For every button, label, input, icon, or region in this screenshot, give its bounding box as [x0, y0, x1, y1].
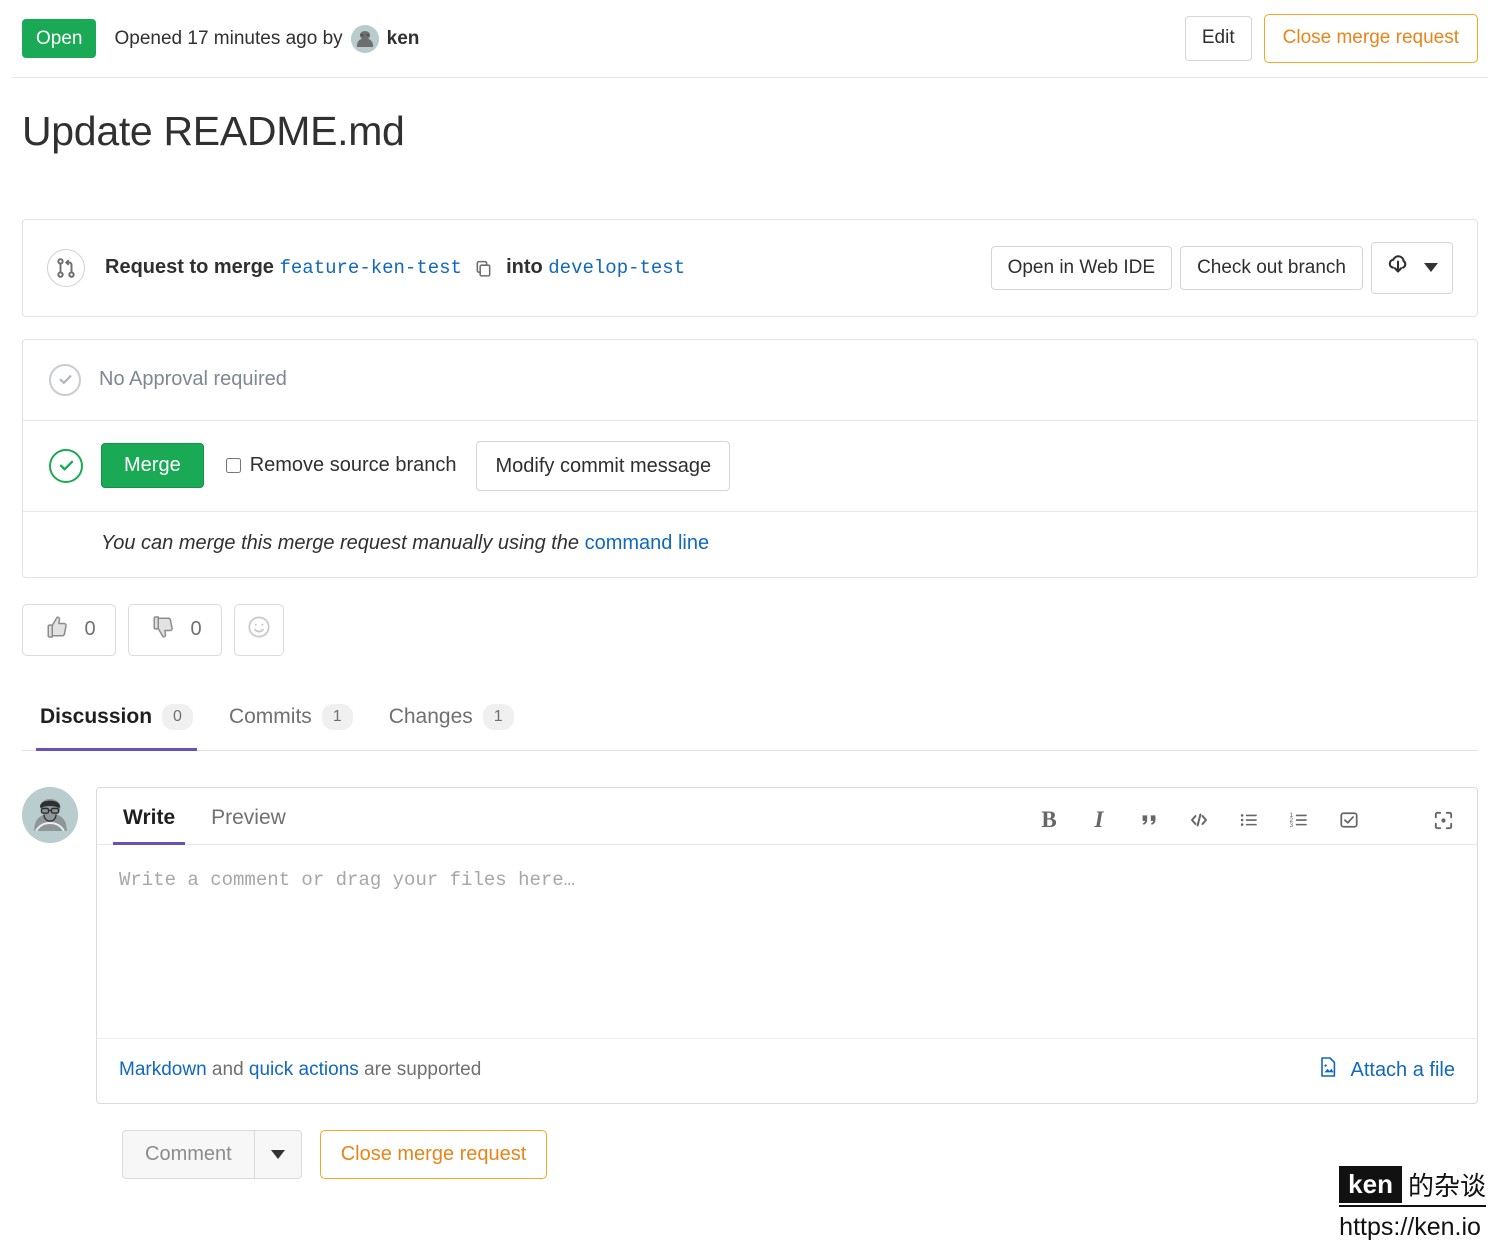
image-file-icon [1316, 1055, 1340, 1085]
thumbs-down-icon [148, 612, 178, 647]
target-branch-link[interactable]: develop-test [548, 257, 685, 279]
attach-a-file-button[interactable]: Attach a file [1316, 1055, 1455, 1085]
open-in-web-ide-button[interactable]: Open in Web IDE [990, 245, 1173, 291]
tab-discussion-count: 0 [162, 703, 193, 731]
tab-changes[interactable]: Changes 1 [371, 690, 532, 751]
edit-button[interactable]: Edit [1184, 16, 1252, 61]
watermark-brand: ken [1339, 1166, 1402, 1203]
remove-source-branch-checkbox-wrap[interactable]: Remove source branch [225, 454, 457, 477]
author-name: ken [386, 27, 420, 49]
merge-description: Request to merge feature-ken-test into d… [105, 256, 685, 279]
manual-merge-prefix: You can merge this merge request manuall… [101, 531, 580, 554]
modify-commit-message-button[interactable]: Modify commit message [476, 440, 731, 491]
thumbs-up-button[interactable]: 0 [22, 603, 116, 656]
check-out-branch-button[interactable]: Check out branch [1180, 245, 1363, 291]
tab-preview[interactable]: Preview [207, 788, 290, 844]
foot-suffix: are supported [358, 1059, 482, 1081]
avatar [350, 24, 379, 53]
author[interactable]: ken [350, 24, 420, 53]
command-line-link[interactable]: command line [585, 532, 710, 554]
comment-button[interactable]: Comment [122, 1130, 254, 1180]
tab-write[interactable]: Write [112, 788, 186, 846]
comment-box: Write Preview B I 1 2 3 Write a comment … [96, 787, 1478, 1105]
copy-branch-icon[interactable] [474, 259, 493, 278]
add-reaction-button[interactable] [234, 603, 284, 656]
merge-into-label: into [506, 256, 543, 279]
current-user-avatar [22, 787, 78, 844]
merge-widget-row: Request to merge feature-ken-test into d… [23, 220, 1477, 316]
comment-input[interactable] [97, 845, 1477, 1034]
check-circle-green-icon [49, 448, 83, 483]
comment-box-footer: Markdown and quick actions are supported… [97, 1038, 1477, 1103]
italic-icon[interactable]: I [1087, 807, 1111, 832]
merge-request-page: Open Opened 17 minutes ago by ken Edit C… [0, 0, 1500, 1180]
status-badge: Open [22, 19, 97, 58]
comment-form-area: Write Preview B I 1 2 3 Write a comment … [22, 787, 1478, 1105]
watermark: ken 的杂谈 https://ken.io [1339, 1166, 1486, 1242]
merge-widget-actions: Open in Web IDE Check out branch [990, 242, 1453, 294]
attach-a-file-label: Attach a file [1350, 1058, 1455, 1081]
watermark-brand-cn: 的杂谈 [1407, 1171, 1486, 1201]
tab-changes-count: 1 [482, 703, 514, 731]
check-circle-grey-icon [49, 363, 81, 396]
remove-source-branch-label: Remove source branch [249, 454, 457, 477]
foot-and: and [206, 1059, 249, 1081]
remove-source-branch-checkbox[interactable] [225, 458, 241, 474]
markdown-toolbar: B I 1 2 3 [1037, 807, 1455, 844]
page-title: Update README.md [22, 108, 405, 154]
quote-icon[interactable] [1137, 808, 1161, 832]
opened-text: Opened 17 minutes ago by [114, 27, 343, 49]
merge-request-widget: Request to merge feature-ken-test into d… [22, 219, 1478, 317]
merge-button[interactable]: Merge [101, 443, 204, 489]
thumbs-down-count: 0 [190, 618, 202, 641]
chevron-down-icon [270, 1150, 285, 1160]
smiley-icon [245, 613, 273, 646]
merge-action-row: Merge Remove source branch Modify commit… [23, 421, 1477, 511]
tab-changes-label: Changes [388, 705, 473, 729]
approval-text: No Approval required [99, 368, 287, 391]
code-icon[interactable] [1187, 808, 1211, 832]
chevron-down-icon [1424, 263, 1438, 273]
thumbs-up-count: 0 [84, 618, 96, 641]
mr-tabs: Discussion 0 Commits 1 Changes 1 [22, 690, 1478, 752]
watermark-brand-line: ken 的杂谈 [1339, 1166, 1486, 1207]
markdown-help-text: Markdown and quick actions are supported [119, 1059, 481, 1081]
watermark-url: https://ken.io [1339, 1213, 1481, 1241]
status-bar: Open Opened 17 minutes ago by ken Edit C… [12, 0, 1488, 78]
download-dropdown-button[interactable] [1371, 242, 1453, 294]
reactions-bar: 0 0 [22, 603, 1478, 656]
tab-commits-label: Commits [228, 705, 312, 729]
bullet-list-icon[interactable] [1237, 808, 1261, 832]
source-branch-link[interactable]: feature-ken-test [280, 257, 462, 279]
task-list-icon[interactable] [1337, 808, 1361, 832]
tab-commits-count: 1 [321, 703, 353, 731]
thumbs-up-icon [42, 612, 72, 647]
quick-actions-link[interactable]: quick actions [249, 1059, 359, 1080]
merge-approval-box: No Approval required Merge Remove source… [22, 338, 1478, 578]
thumbs-down-button[interactable]: 0 [128, 603, 222, 656]
comment-box-header: Write Preview B I 1 2 3 [97, 788, 1477, 846]
numbered-list-icon[interactable]: 1 2 3 [1287, 808, 1311, 832]
tab-commits[interactable]: Commits 1 [211, 690, 371, 751]
tab-discussion-label: Discussion [40, 705, 153, 729]
manual-merge-row: You can merge this merge request manuall… [23, 512, 1477, 577]
manual-merge-text: You can merge this merge request manuall… [101, 532, 709, 554]
comment-button-group: Comment [122, 1130, 302, 1180]
merge-request-icon [47, 248, 85, 287]
comment-dropdown-button[interactable] [253, 1130, 302, 1180]
approval-row: No Approval required [23, 340, 1477, 420]
tab-discussion[interactable]: Discussion 0 [22, 690, 211, 752]
markdown-link[interactable]: Markdown [119, 1059, 207, 1080]
svg-text:3: 3 [1289, 823, 1293, 830]
merge-prefix-label: Request to merge [105, 256, 274, 279]
comment-actions: Comment Close merge request [122, 1130, 1488, 1180]
fullscreen-icon[interactable] [1431, 808, 1455, 832]
close-merge-request-button-top[interactable]: Close merge request [1263, 14, 1478, 63]
close-merge-request-button-bottom[interactable]: Close merge request [319, 1130, 548, 1180]
cloud-download-icon [1386, 252, 1410, 284]
bold-icon[interactable]: B [1037, 807, 1061, 832]
